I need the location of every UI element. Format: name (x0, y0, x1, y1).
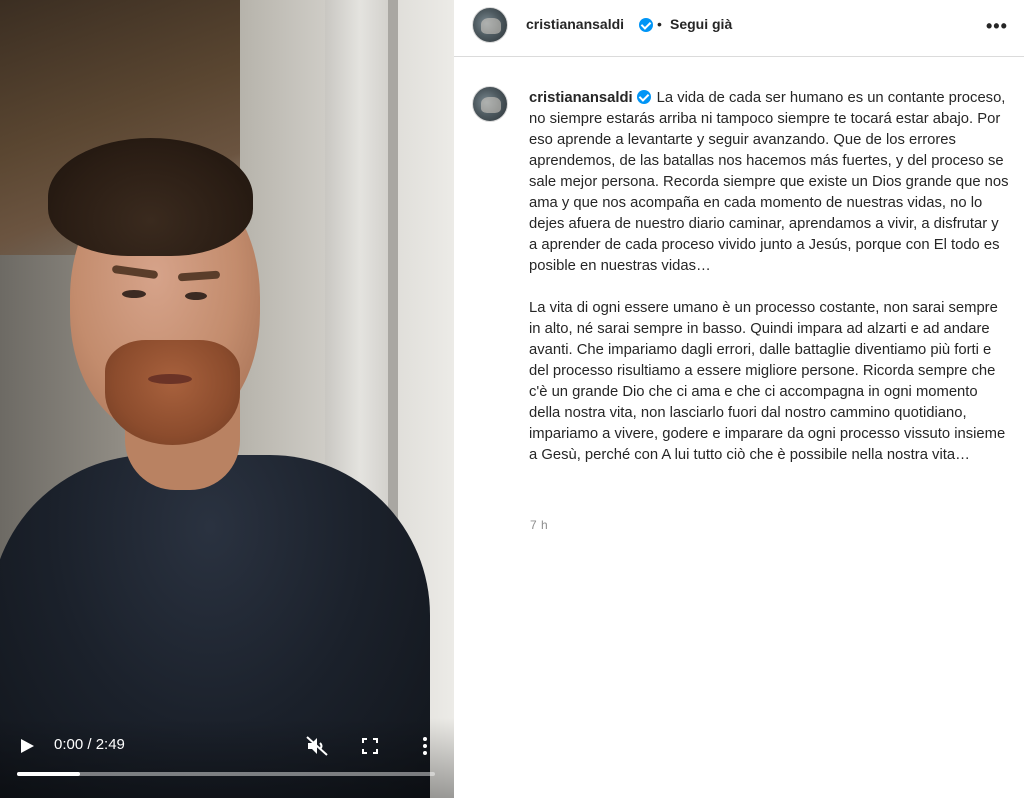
video-player[interactable] (0, 0, 454, 798)
video-person-eye (185, 292, 207, 300)
post-header: cristianansaldi • Segui già ••• (454, 0, 1024, 57)
video-progress-bar[interactable] (17, 772, 435, 776)
video-person-beard (105, 340, 240, 445)
header-username[interactable]: cristianansaldi (526, 16, 624, 32)
video-person-mouth (148, 374, 192, 384)
avatar[interactable] (472, 7, 508, 43)
verified-badge-icon (636, 90, 651, 104)
more-vertical-icon[interactable] (420, 736, 430, 756)
video-person-eye (122, 290, 146, 298)
more-horizontal-icon[interactable]: ••• (986, 16, 1008, 37)
video-time-display: 0:00 / 2:49 (54, 736, 125, 753)
post-caption: cristianansaldi La vida de cada ser human… (529, 88, 1009, 466)
caption-text: La vida de cada ser humano es un contant… (529, 90, 1009, 463)
muted-speaker-icon[interactable] (306, 736, 328, 756)
caption-avatar[interactable] (472, 86, 508, 122)
video-person-hair (48, 138, 253, 256)
post-details-panel: cristianansaldi • Segui già ••• cristian… (454, 0, 1024, 798)
separator-dot: • (657, 16, 662, 32)
verified-badge-icon (639, 18, 653, 32)
post-timestamp[interactable]: 7 h (530, 518, 548, 532)
video-controls-bar (0, 718, 454, 798)
video-progress-fill (17, 772, 80, 776)
caption-username[interactable]: cristianansaldi (529, 90, 633, 106)
play-icon[interactable] (20, 739, 34, 753)
following-button[interactable]: Segui già (670, 16, 732, 32)
fullscreen-icon[interactable] (362, 738, 378, 754)
